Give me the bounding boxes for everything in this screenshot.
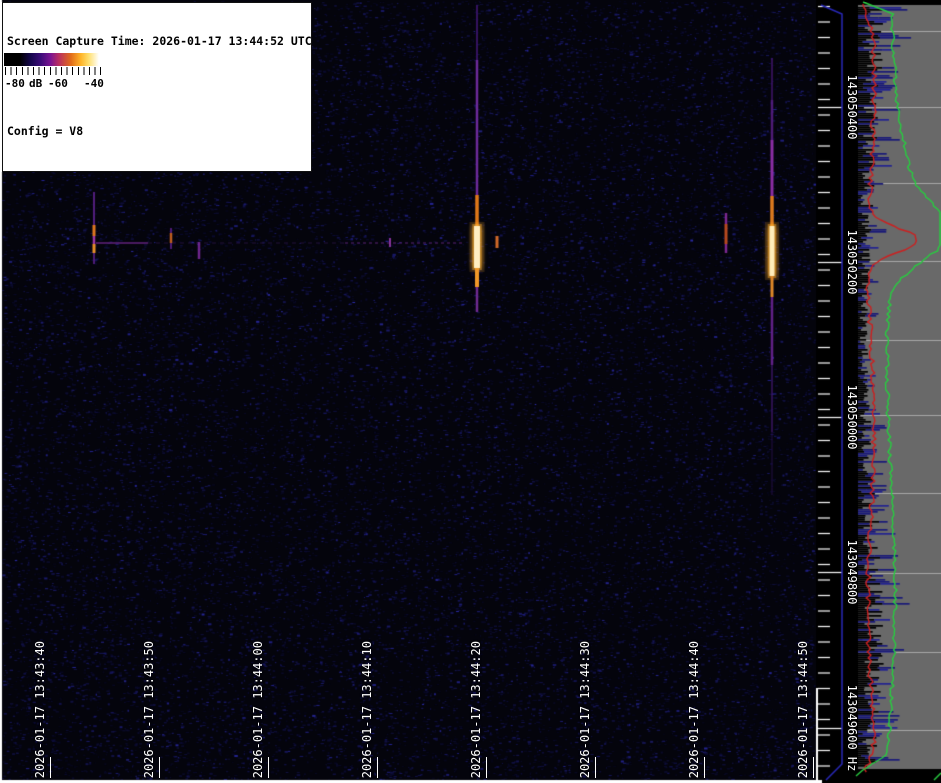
time-label: 2026-01-17 13:44:00 bbox=[251, 640, 265, 778]
scale-label-minus80: -80 bbox=[5, 77, 25, 90]
capture-time-text: Screen Capture Time: 2026-01-17 13:44:52… bbox=[7, 34, 312, 48]
time-label: 2026-01-17 13:44:30 bbox=[578, 640, 592, 778]
db-color-scale: -80 dB -60 -40 bbox=[3, 52, 106, 93]
config-text: Config = V8 bbox=[7, 124, 84, 138]
time-label: 2026-01-17 13:44:10 bbox=[360, 640, 374, 778]
freq-label: 143050000 bbox=[845, 384, 859, 450]
freq-label: 143049600 Hz bbox=[845, 684, 859, 772]
spectrum-lab-capture: Screen Capture Time: 2026-01-17 13:44:52… bbox=[0, 0, 941, 783]
color-scale-ticks bbox=[5, 67, 104, 75]
time-tick bbox=[813, 757, 814, 778]
time-tick bbox=[377, 757, 378, 778]
color-gradient-bar bbox=[4, 53, 105, 66]
time-label: 2026-01-17 13:44:50 bbox=[796, 640, 810, 778]
freq-label: 143050200 bbox=[845, 229, 859, 295]
time-tick bbox=[595, 757, 596, 778]
time-label: 2026-01-17 13:43:50 bbox=[142, 640, 156, 778]
time-tick bbox=[704, 757, 705, 778]
freq-label: 143049800 bbox=[845, 539, 859, 605]
time-tick bbox=[159, 757, 160, 778]
time-tick bbox=[50, 757, 51, 778]
time-tick bbox=[268, 757, 269, 778]
scale-label-db: dB bbox=[29, 77, 43, 90]
freq-label: 143050400 bbox=[845, 74, 859, 140]
scale-label-minus60: -60 bbox=[48, 77, 68, 90]
time-label: 2026-01-17 13:43:40 bbox=[33, 640, 47, 778]
time-label: 2026-01-17 13:44:20 bbox=[469, 640, 483, 778]
time-tick bbox=[486, 757, 487, 778]
time-label: 2026-01-17 13:44:40 bbox=[687, 640, 701, 778]
scale-label-minus40: -40 bbox=[84, 77, 104, 90]
